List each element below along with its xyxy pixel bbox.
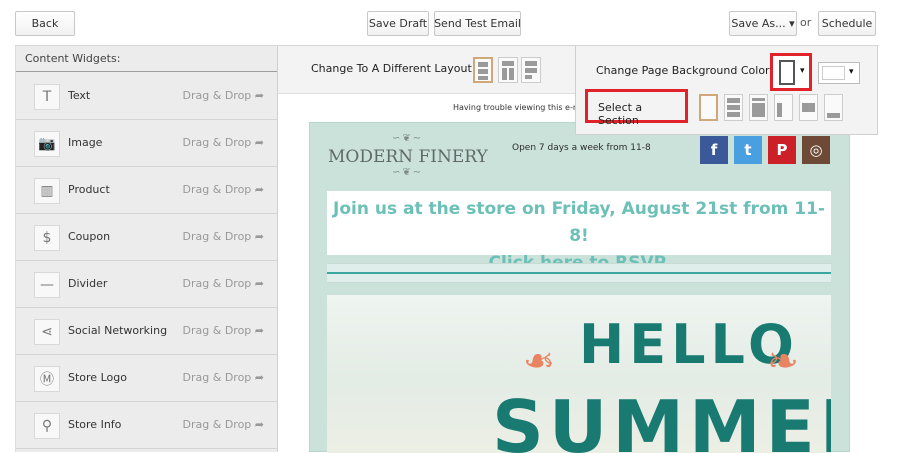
widget-label: Store Info xyxy=(68,418,122,431)
widget-label: Store Logo xyxy=(68,371,127,384)
drag-arrow-icon: ➦ xyxy=(254,183,264,196)
divider-line xyxy=(327,263,831,283)
color-swatch xyxy=(779,60,795,85)
drag-drop-label: Drag & Drop xyxy=(182,230,252,243)
logo-ornament-bottom: ∽❦∼ xyxy=(392,167,424,178)
drag-drop-label: Drag & Drop xyxy=(182,136,252,149)
drag-handle[interactable]: Drag & Drop ➦ xyxy=(183,136,264,149)
hero-text-summer: SUMMER xyxy=(492,385,831,453)
drag-handle[interactable]: Drag & Drop ➦ xyxy=(183,277,264,290)
widget-store-info[interactable]: ⚲ Store Info Drag & Drop ➦ xyxy=(16,402,278,449)
logo-ornament-top: ∽❦∼ xyxy=(392,133,424,144)
widget-product[interactable]: ▥ Product Drag & Drop ➦ xyxy=(16,167,278,214)
color-swatch xyxy=(822,66,845,80)
content-widgets-panel: Content Widgets: T Text Drag & Drop ➦ 📷 Imag… xyxy=(15,46,278,452)
twitter-icon[interactable]: t xyxy=(734,136,762,164)
section-option-header[interactable] xyxy=(724,94,743,121)
drag-arrow-icon: ➦ xyxy=(254,324,264,337)
widget-label: Social Networking xyxy=(68,324,168,337)
store-hours-text: Open 7 days a week from 11-8 xyxy=(512,143,651,153)
background-settings-panel: Change Page Background Colors ▾ ▾ Select… xyxy=(575,46,878,135)
widget-store-logo[interactable]: Ⓜ Store Logo Drag & Drop ➦ xyxy=(16,355,278,402)
divider-icon: — xyxy=(34,272,60,298)
facebook-icon[interactable]: f xyxy=(700,136,728,164)
section-option-sidebar[interactable] xyxy=(774,94,793,121)
drag-arrow-icon: ➦ xyxy=(254,277,264,290)
widget-label: Divider xyxy=(68,277,108,290)
pinterest-icon[interactable]: P xyxy=(768,136,796,164)
chevron-down-icon: ▾ xyxy=(800,66,805,76)
drag-arrow-icon: ➦ xyxy=(254,230,264,243)
section-option-footer[interactable] xyxy=(799,94,818,121)
widget-label: Product xyxy=(68,183,110,196)
hero-text-hello: HELLO xyxy=(579,313,799,376)
section-option-whole-page[interactable] xyxy=(699,94,718,121)
or-text: or xyxy=(800,16,812,29)
schedule-button[interactable]: Schedule xyxy=(818,11,876,36)
page-bg-color-picker[interactable]: ▾ xyxy=(770,53,812,91)
store-logo-text: MODERN FINERY xyxy=(328,147,488,167)
section-option-bottom[interactable] xyxy=(824,94,843,121)
drag-drop-label: Drag & Drop xyxy=(182,277,252,290)
chevron-down-icon: ▾ xyxy=(849,67,854,77)
send-test-email-button[interactable]: Send Test Email xyxy=(434,11,521,36)
drag-drop-label: Drag & Drop xyxy=(182,89,252,102)
promo-line-1: Join us at the store on Friday, August 2… xyxy=(333,199,825,246)
trouble-viewing-text[interactable]: Having trouble viewing this e-m xyxy=(453,103,581,112)
select-section-box: Select a Section xyxy=(585,89,688,127)
drag-drop-label: Drag & Drop xyxy=(182,183,252,196)
save-as-label: Save As... xyxy=(731,17,786,30)
share-icon: ⋖ xyxy=(34,319,60,345)
drag-handle[interactable]: Drag & Drop ➦ xyxy=(183,183,264,196)
drag-handle[interactable]: Drag & Drop ➦ xyxy=(183,371,264,384)
widget-text[interactable]: T Text Drag & Drop ➦ xyxy=(16,73,278,120)
background-colors-label: Change Page Background Colors xyxy=(596,64,776,77)
widget-label: Coupon xyxy=(68,230,111,243)
drag-drop-label: Drag & Drop xyxy=(182,418,252,431)
drag-handle[interactable]: Drag & Drop ➦ xyxy=(183,230,264,243)
flourish-right-icon: ❧ xyxy=(767,339,799,383)
drag-handle[interactable]: Drag & Drop ➦ xyxy=(183,89,264,102)
flourish-left-icon: ❧ xyxy=(523,339,555,383)
drag-handle[interactable]: Drag & Drop ➦ xyxy=(183,418,264,431)
map-pin-icon: ⚲ xyxy=(34,413,60,439)
widget-coupon[interactable]: $ Coupon Drag & Drop ➦ xyxy=(16,214,278,261)
layout-label: Change To A Different Layout xyxy=(311,62,472,75)
camera-icon: 📷 xyxy=(34,131,60,157)
save-as-dropdown[interactable]: Save As... ▾ xyxy=(729,11,797,36)
instagram-icon[interactable]: ◎ xyxy=(802,136,830,164)
layout-option-two-column[interactable] xyxy=(498,57,518,83)
back-button[interactable]: Back xyxy=(15,11,75,36)
email-preview[interactable]: ∽❦∼ MODERN FINERY ∽❦∼ Open 7 days a week… xyxy=(309,122,850,453)
drag-handle[interactable]: Drag & Drop ➦ xyxy=(183,324,264,337)
widget-divider[interactable]: — Divider Drag & Drop ➦ xyxy=(16,261,278,308)
drag-drop-label: Drag & Drop xyxy=(182,324,252,337)
widget-label: Text xyxy=(68,89,91,102)
layout-option-single-column[interactable] xyxy=(473,57,493,83)
text-icon: T xyxy=(34,84,60,110)
drag-arrow-icon: ➦ xyxy=(254,89,264,102)
hero-image[interactable]: ❧ HELLO ❧ SUMMER xyxy=(327,295,831,453)
widget-label: Image xyxy=(68,136,103,149)
layout-option-sidebar[interactable] xyxy=(521,57,541,83)
promo-banner[interactable]: Join us at the store on Friday, August 2… xyxy=(327,191,831,273)
save-draft-button[interactable]: Save Draft xyxy=(367,11,429,36)
section-option-body[interactable] xyxy=(749,94,768,121)
section-bg-color-picker[interactable]: ▾ xyxy=(818,62,860,84)
widget-social-networking[interactable]: ⋖ Social Networking Drag & Drop ➦ xyxy=(16,308,278,355)
barcode-icon: ▥ xyxy=(34,178,60,204)
drag-drop-label: Drag & Drop xyxy=(182,371,252,384)
sidebar-title: Content Widgets: xyxy=(16,46,277,72)
coupon-icon: $ xyxy=(34,225,60,251)
widget-image[interactable]: 📷 Image Drag & Drop ➦ xyxy=(16,120,278,167)
drag-arrow-icon: ➦ xyxy=(254,136,264,149)
drag-arrow-icon: ➦ xyxy=(254,418,264,431)
store-logo-icon: Ⓜ xyxy=(34,366,60,392)
drag-arrow-icon: ➦ xyxy=(254,371,264,384)
select-section-label: Select a Section xyxy=(598,101,643,127)
chevron-down-icon: ▾ xyxy=(789,17,795,30)
